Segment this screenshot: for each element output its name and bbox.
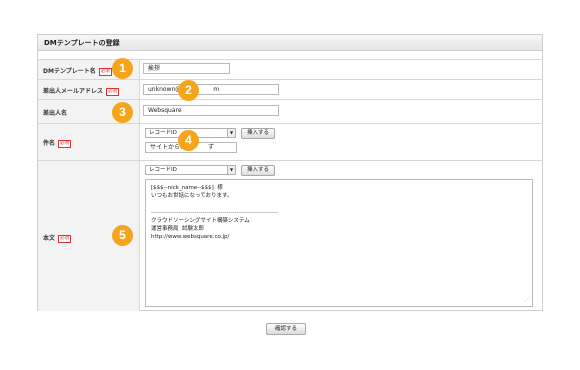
sender-email-input[interactable]: unknown@ m [143, 84, 279, 95]
sender-name-label: 差出人名 [43, 110, 68, 117]
callout-badge-5: 5 [112, 225, 133, 246]
callout-badge-3: 3 [112, 102, 133, 123]
body-line: [$$$--nick_name--$$$] 様 [151, 185, 223, 191]
body-insert-button[interactable]: 挿入する [241, 165, 275, 176]
subject-insert-button[interactable]: 挿入する [241, 128, 275, 139]
template-name-label: DMテンプレート名 [43, 68, 96, 75]
row-subject: 件名 必須 [38, 123, 542, 160]
chevron-down-icon: ▼ [227, 129, 235, 137]
sender-email-label: 差出人メールアドレス [43, 88, 104, 95]
body-select-value: レコードID [149, 167, 177, 173]
resize-handle-icon[interactable]: ⋰ [524, 296, 530, 304]
required-badge: 必須 [98, 67, 112, 76]
callout-badge-4: 4 [178, 130, 199, 151]
body-line: クラウドソーシングサイト構築システム [151, 217, 250, 224]
subject-value-right: ず [208, 144, 215, 151]
panel-title: DMテンプレートの登録 [38, 35, 542, 51]
sender-name-input[interactable]: Websquare [143, 105, 279, 116]
body-field-select[interactable]: レコードID ▼ [145, 165, 236, 175]
body-line: いつもお世話になっております。 [151, 193, 233, 200]
body-line [151, 200, 527, 208]
subject-select-value: レコードID [149, 130, 177, 136]
body-line: http://www.websquare.co.jp/ [151, 234, 230, 241]
body-label: 本文 [43, 235, 56, 242]
body-line: 運営事務局 試験太郎 [151, 225, 204, 232]
required-badge: 必須 [58, 139, 72, 148]
label-cell: 件名 必須 [38, 124, 140, 160]
body-line: ----------------------------------------… [151, 209, 279, 216]
callout-badge-2: 2 [178, 80, 199, 101]
label-cell: 差出人メールアドレス 必須 [38, 80, 140, 99]
callout-badge-1: 1 [112, 58, 133, 79]
sender-email-value-right: m [213, 86, 220, 93]
body-textarea[interactable]: [$$$--nick_name--$$$] 様 いつもお世話になっております。 … [145, 179, 533, 307]
row-sender-email: 差出人メールアドレス 必須 [38, 79, 542, 99]
confirm-button[interactable]: 確認する [266, 323, 306, 335]
required-badge: 必須 [106, 87, 120, 96]
required-badge: 必須 [58, 234, 72, 243]
template-name-input[interactable]: 挨拶 [143, 63, 230, 74]
subject-label: 件名 [43, 140, 56, 147]
chevron-down-icon: ▼ [227, 166, 235, 174]
sender-email-value-left: unknown@ [148, 86, 182, 93]
